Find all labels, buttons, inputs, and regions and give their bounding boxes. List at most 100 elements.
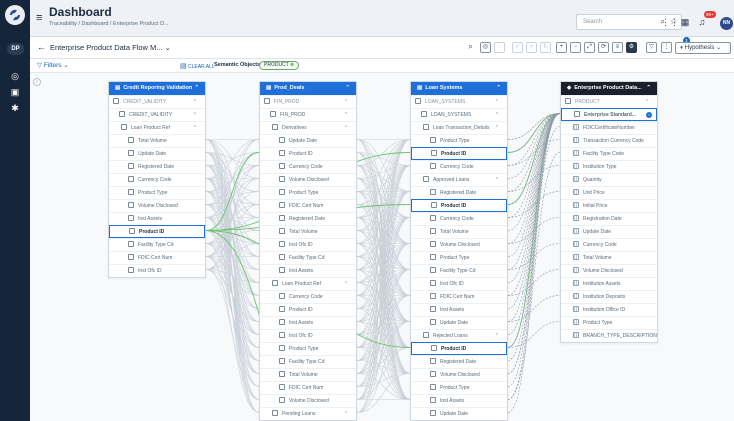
panel-row[interactable]: Facility Type Cd <box>109 238 205 251</box>
panel-row[interactable]: Inst Assets <box>411 394 507 407</box>
panel-row[interactable]: Derivatives ⌃ <box>260 121 356 134</box>
check-icon[interactable]: ✓ <box>512 42 523 53</box>
panel-row[interactable]: Product ID <box>109 225 205 238</box>
panel-row[interactable]: Registered Date <box>260 212 356 225</box>
search-flow-icon[interactable]: ⌕ <box>465 42 476 53</box>
dashboard-icon[interactable]: ◎ <box>9 70 21 82</box>
expand-caret-icon[interactable]: ⌃ <box>495 96 499 108</box>
panel-row[interactable]: Volume Disclosed <box>411 238 507 251</box>
panel-row[interactable]: Transaction Currency Code <box>561 134 657 147</box>
apps-grid-icon[interactable]: ⋮⋮ <box>661 15 679 29</box>
collapse-panel-icon[interactable]: › <box>33 78 41 86</box>
panel-header[interactable]: ◈ Enterprise Product Data... ⌃ <box>561 82 657 95</box>
clear-all-button[interactable]: ▤ CLEAR ALL <box>180 62 215 70</box>
panel-row[interactable]: Registered Date <box>109 160 205 173</box>
panel-row[interactable]: Loan Transaction_Details ⌃ <box>411 121 507 134</box>
panel-row[interactable]: FDIC Cert Num <box>260 381 356 394</box>
panel-row[interactable]: Registered Date <box>411 355 507 368</box>
layout-icon[interactable]: ▦ <box>678 15 692 29</box>
panel-row[interactable]: FIN_PROD ⌃ <box>260 95 356 108</box>
expand-caret-icon[interactable]: ⌃ <box>344 109 348 121</box>
panel-row[interactable]: Product ID <box>411 147 507 160</box>
expand-caret-icon[interactable]: ⌃ <box>645 96 649 108</box>
rotate-icon[interactable]: ⟳ <box>598 42 609 53</box>
list-icon[interactable]: ≡ <box>612 42 623 53</box>
panel-row[interactable]: CREDIT_VALIDITY ⌃ <box>109 95 205 108</box>
panel-row[interactable]: Institution Type <box>561 160 657 173</box>
panel-row[interactable]: Total Volume <box>109 134 205 147</box>
panel-row[interactable]: Product ID <box>411 199 507 212</box>
panel-row[interactable]: FDIC Cert Num <box>411 290 507 303</box>
panel-row[interactable]: FDIC Cert Num <box>260 199 356 212</box>
panel-row[interactable]: Volume Disclosed <box>260 173 356 186</box>
zoom-out-icon[interactable]: − <box>570 42 581 53</box>
panel-row[interactable]: Product Type <box>109 186 205 199</box>
panel-row[interactable]: Volume Disclosed <box>109 199 205 212</box>
lineage-canvas[interactable]: › ▤ Credit Reporing Validation ⌃ CREDIT_VAL… <box>30 73 734 421</box>
app-logo-icon[interactable] <box>5 5 25 25</box>
zoom-in-icon[interactable]: + <box>556 42 567 53</box>
panel-row[interactable]: Inst Ofc ID <box>411 277 507 290</box>
panel-row[interactable]: Approved Loans ⌃ <box>411 173 507 186</box>
collapse-caret-icon[interactable]: ⌃ <box>345 82 350 95</box>
panel-row[interactable]: Loan Product Ref ⌃ <box>109 121 205 134</box>
panel-row[interactable]: Product ID <box>260 147 356 160</box>
filters-toggle[interactable]: ▽ Filters ⌄ <box>37 61 69 69</box>
panel-row[interactable]: Update Date <box>561 225 657 238</box>
panel-row[interactable]: CREDIT_VALIDITY ⌃ <box>109 108 205 121</box>
panel-row[interactable]: Facility Type Code <box>561 147 657 160</box>
settings-icon[interactable]: ⚙ <box>626 42 637 53</box>
collapse-caret-icon[interactable]: ⌃ <box>496 82 501 95</box>
panel-row[interactable]: Registration Date <box>561 212 657 225</box>
panel-row[interactable]: Pending Loans ⌃ <box>260 407 356 420</box>
panel-row[interactable]: Facility Type Cd <box>411 264 507 277</box>
panel-row[interactable]: Volume Disclosed <box>260 394 356 407</box>
refresh-icon[interactable]: ↻ <box>540 42 551 53</box>
panel-row[interactable]: Inst Ofc ID <box>260 238 356 251</box>
expand-caret-icon[interactable]: ⌃ <box>193 96 197 108</box>
more-icon[interactable]: ⋮ <box>661 42 672 53</box>
panel-row[interactable]: Product Type <box>260 186 356 199</box>
panel-header[interactable]: ▤ Credit Reporing Validation ⌃ <box>109 82 205 95</box>
collapse-caret-icon[interactable]: ⌃ <box>194 82 199 95</box>
menu-icon[interactable]: ≡ <box>36 12 42 24</box>
panel-row[interactable]: Update Date <box>411 316 507 329</box>
panel-header[interactable]: ▤ Prod_Deals ⌃ <box>260 82 356 95</box>
panel-row[interactable]: Currency Code <box>260 160 356 173</box>
breadcrumb[interactable]: Traceability / Dashboard / Enterprise Pr… <box>49 21 169 27</box>
panel-row[interactable]: LOAN_SYSTEMS ⌃ <box>411 108 507 121</box>
panel-row[interactable]: Product ID <box>260 303 356 316</box>
filter-layers-icon[interactable]: ▽ <box>646 42 657 53</box>
panel-row[interactable]: FDIC Cert Num <box>109 251 205 264</box>
panel-row[interactable]: Update Date <box>260 134 356 147</box>
panel-row[interactable]: FIN_PROD ⌃ <box>260 108 356 121</box>
panel-row[interactable]: Inst Assets <box>109 212 205 225</box>
panel-row[interactable]: Facility Type Cd <box>260 251 356 264</box>
panel-row[interactable]: Institution Office ID <box>561 303 657 316</box>
panel-row[interactable]: Currency Code <box>561 238 657 251</box>
expand-caret-icon[interactable]: ⌃ <box>193 109 197 121</box>
expand-caret-icon[interactable]: ⌃ <box>344 96 348 108</box>
panel-row[interactable]: Inst Ofc ID <box>109 264 205 277</box>
panel-row[interactable]: FDICCertificateNumber <box>561 121 657 134</box>
panel-row[interactable]: Currency Code <box>109 173 205 186</box>
panel-row[interactable]: Product Type <box>260 342 356 355</box>
panel-row[interactable]: Product Type <box>411 251 507 264</box>
panel-row[interactable]: Inst Ofc ID <box>260 329 356 342</box>
expand-caret-icon[interactable]: ⌃ <box>495 109 499 121</box>
panel-row[interactable]: Facility Type Cd <box>260 355 356 368</box>
panel-row[interactable]: Rejected Loans ⌃ <box>411 329 507 342</box>
expand-caret-icon[interactable]: ⌃ <box>344 408 348 420</box>
fit-icon[interactable]: ◌ <box>494 42 505 53</box>
back-arrow-icon[interactable]: ← <box>37 42 46 52</box>
avatar[interactable]: NN <box>720 17 733 30</box>
panel-row[interactable]: Enterprise Standard... › <box>561 108 657 121</box>
panel-row[interactable]: Currency Code <box>411 160 507 173</box>
panel-row[interactable]: Product Type <box>411 381 507 394</box>
panel-row[interactable]: Currency Code <box>411 212 507 225</box>
expand-caret-icon[interactable]: ⌃ <box>495 122 499 134</box>
panel-row[interactable]: LOAN_SYSTEMS ⌃ <box>411 95 507 108</box>
panel-row[interactable]: Registered Date <box>411 186 507 199</box>
expand-icon[interactable]: ⤢ <box>584 42 595 53</box>
panel-row[interactable]: Product Type <box>411 134 507 147</box>
